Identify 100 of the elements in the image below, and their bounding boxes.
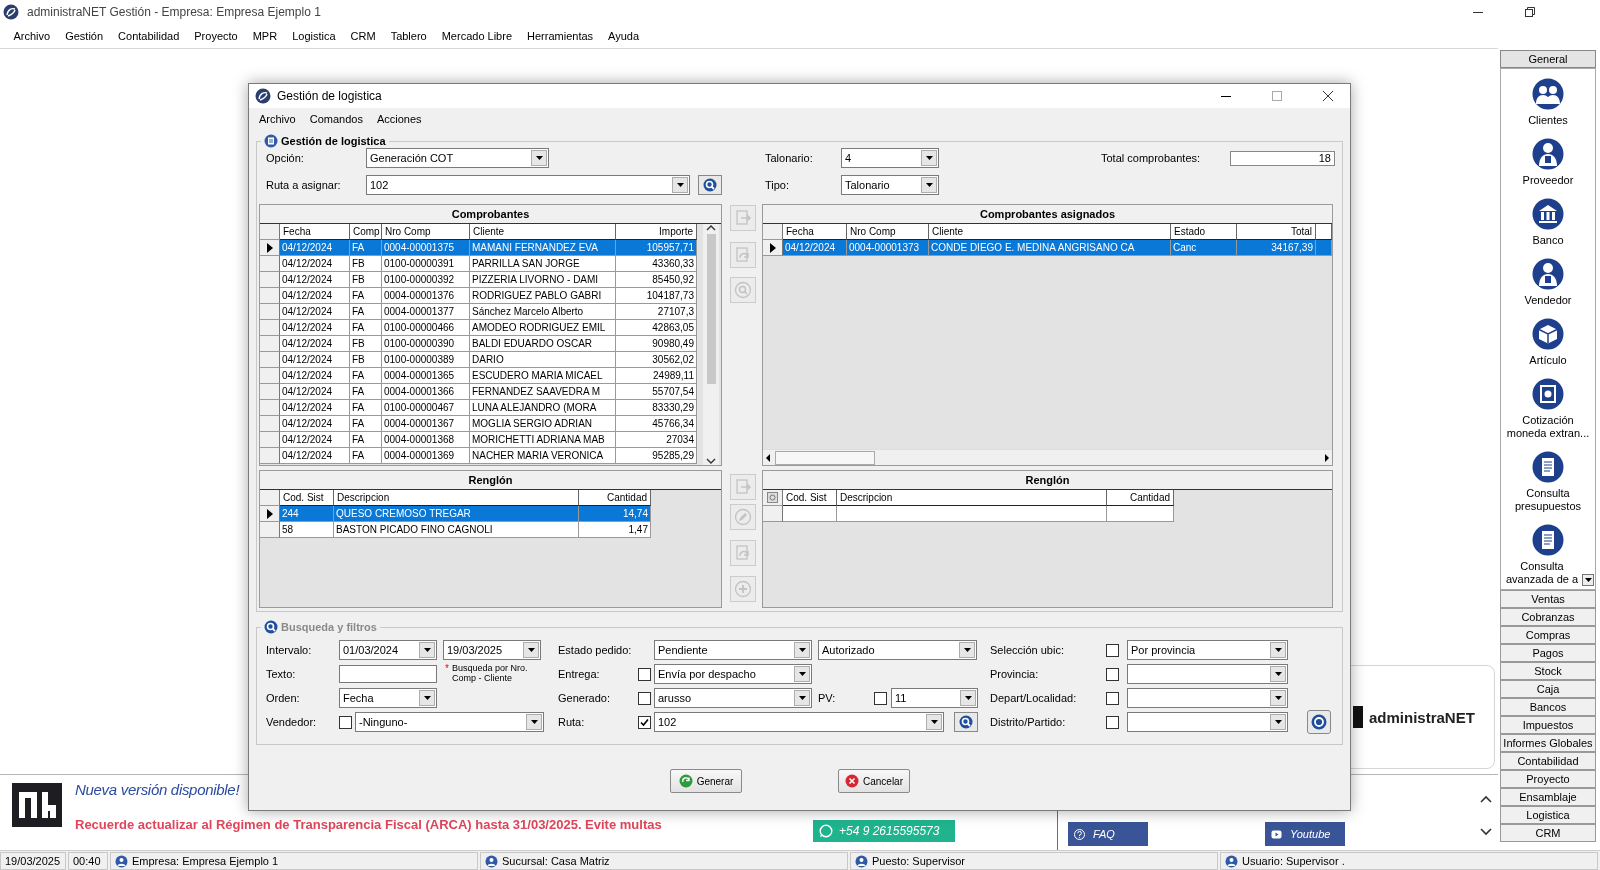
menu-item[interactable]: Herramientas (519, 30, 601, 42)
checkbox[interactable] (874, 691, 887, 705)
dropdown[interactable]: Pendiente (654, 640, 812, 660)
table-row[interactable]: 04/12/2024 FA 0100-00000466 AMODEO RODRIGUEZ EMIL 42863,05 (280, 320, 697, 336)
scroll-up-icon[interactable] (706, 224, 716, 232)
field-label: Talonario: (765, 152, 814, 164)
table-row[interactable]: 04/12/2024 FA 0100-00000467 LUNA ALEJANDRO (MORA 83330,29 (280, 400, 697, 416)
table-row[interactable]: 04/12/2024 FA 0004-00001376 RODRIGUEZ PABLO GABRI 104187,73 (280, 288, 697, 304)
scroll-up-icon[interactable] (1480, 795, 1492, 803)
section-header[interactable]: General (1500, 50, 1596, 68)
menu-item[interactable]: Logistica (284, 30, 344, 42)
menu-item[interactable]: Tablero (383, 30, 435, 42)
menu-item[interactable]: Archivo (6, 30, 58, 42)
table-row[interactable]: 04/12/2024 FA 0004-00001377 Sánchez Marcelo Alberto 27107,3 (280, 304, 697, 320)
link-button[interactable]: FAQ (1068, 822, 1148, 846)
section-button[interactable]: CRM (1500, 824, 1596, 842)
table-row[interactable]: 04/12/2024 FB 0100-00000390 BALDI EDUARDO OSCAR 90980,49 (280, 336, 697, 352)
shortcut-item[interactable]: Vendedor (1504, 249, 1592, 309)
scrollbar[interactable] (703, 224, 719, 465)
dropdown[interactable]: Autorizado (818, 640, 977, 660)
shortcut-item[interactable]: Consulta avanzada de a (1504, 515, 1592, 588)
shortcut-item[interactable]: Cotización moneda extran... (1504, 369, 1592, 442)
table-row[interactable]: 244 QUESO CREMOSO TREGAR 14,74 (280, 506, 651, 522)
menu-item[interactable]: Proyecto (186, 30, 246, 42)
section-button[interactable]: Proyecto (1500, 770, 1596, 788)
dropdown[interactable] (1127, 664, 1288, 684)
scroll-down-button[interactable] (1582, 574, 1594, 586)
table-row[interactable]: 04/12/2024 FB 0100-00000392 PIZZERIA LIVORNO - DAMI 85450,92 (280, 272, 697, 288)
checkbox[interactable] (339, 715, 352, 729)
menu-item[interactable]: Contabilidad (110, 30, 187, 42)
checkbox[interactable] (638, 691, 651, 705)
section-button[interactable]: Impuestos (1500, 716, 1596, 734)
shortcut-item[interactable]: Proveedor (1504, 129, 1592, 189)
dropdown[interactable]: Fecha (339, 688, 437, 708)
dialog-button[interactable]: Cancelar (838, 769, 910, 793)
table-row[interactable]: 04/12/2024 FB 0100-00000389 DARIO 30562,02 (280, 352, 697, 368)
menu-item[interactable]: Ayuda (600, 30, 647, 42)
dropdown[interactable]: 102 (654, 712, 944, 732)
scroll-down-icon[interactable] (1480, 828, 1492, 836)
section-button[interactable]: Logistica (1500, 806, 1596, 824)
dropdown[interactable]: 01/03/2024 (339, 640, 437, 660)
table-row[interactable]: 04/12/2024 FA 0004-00001375 MAMANI FERNANDEZ EVA 105957,71 (280, 240, 697, 256)
menu-item[interactable]: CRM (343, 30, 384, 42)
dropdown[interactable]: -Ninguno- (355, 712, 544, 732)
section-button[interactable]: Ensamblaje (1500, 788, 1596, 806)
refresh-button[interactable] (1307, 710, 1331, 734)
section-button[interactable]: Contabilidad (1500, 752, 1596, 770)
shortcut-item[interactable]: Consulta presupuestos (1504, 442, 1592, 515)
shortcut-item[interactable]: Clientes (1504, 69, 1592, 129)
checkbox[interactable] (638, 667, 651, 681)
table-row[interactable]: 04/12/2024 FA 0004-00001368 MORICHETTI ADRIANA MAB 27034 (280, 432, 697, 448)
menu-item[interactable]: MPR (245, 30, 285, 42)
table-row[interactable]: 04/12/2024 FB 0100-00000391 PARRILLA SAN JORGE 43360,33 (280, 256, 697, 272)
scrollbar[interactable] (763, 449, 1332, 465)
menu-item[interactable]: Acciones (369, 113, 429, 125)
section-button[interactable]: Bancos (1500, 698, 1596, 716)
table-row[interactable]: 58 BASTON PICADO FINO CAGNOLI 1,47 (280, 522, 651, 538)
table-row[interactable]: 04/12/2024 FA 0004-00001365 ESCUDERO MARIA MICAEL 24989,11 (280, 368, 697, 384)
dropdown[interactable]: 11 (891, 688, 978, 708)
text-field[interactable] (339, 665, 437, 683)
dropdown[interactable]: 102 (366, 175, 690, 195)
shortcut-item[interactable]: Artículo (1504, 309, 1592, 369)
search-icon (264, 620, 278, 634)
app-logo-icon (255, 88, 271, 104)
section-button[interactable]: Stock (1500, 662, 1596, 680)
link-button[interactable]: Youtube (1265, 822, 1345, 846)
dropdown[interactable] (1127, 712, 1288, 732)
section-button[interactable]: Compras (1500, 626, 1596, 644)
section-button[interactable]: Caja (1500, 680, 1596, 698)
dropdown[interactable]: 19/03/2025 (443, 640, 541, 660)
menu-item[interactable]: Archivo (252, 113, 303, 125)
checkbox[interactable] (1106, 667, 1119, 681)
dialog-button[interactable]: Generar (670, 769, 742, 793)
dropdown[interactable]: arusso (654, 688, 812, 708)
table-row[interactable]: 04/12/2024 FA 0004-00001366 FERNANDEZ SAAVEDRA M 55707,54 (280, 384, 697, 400)
checkbox[interactable] (638, 715, 651, 729)
section-button[interactable]: Ventas (1500, 590, 1596, 608)
shortcut-item[interactable]: Banco (1504, 189, 1592, 249)
search-button[interactable] (954, 712, 978, 732)
dropdown[interactable] (1127, 688, 1288, 708)
dropdown[interactable]: Talonario (841, 175, 939, 195)
search-button[interactable] (698, 175, 722, 195)
scroll-right-icon[interactable] (1322, 452, 1332, 463)
table-row[interactable]: 04/12/2024 FA 0004-00001367 MOGLIA SERGIO ADRIAN 45766,34 (280, 416, 697, 432)
scroll-down-icon[interactable] (706, 457, 716, 465)
section-button[interactable]: Informes Globales (1500, 734, 1596, 752)
dropdown[interactable]: 4 (841, 148, 939, 168)
checkbox[interactable] (1106, 715, 1119, 729)
checkbox[interactable] (1106, 691, 1119, 705)
menu-item[interactable]: Comandos (302, 113, 370, 125)
dropdown[interactable]: Generación COT (366, 148, 549, 168)
table-row[interactable]: 04/12/2024 FA 0004-00001369 NACHER MARIA VERONICA 95285,29 (280, 448, 697, 464)
dropdown[interactable]: Por provincia (1127, 640, 1288, 660)
menu-item[interactable]: Mercado Libre (434, 30, 520, 42)
checkbox[interactable] (1106, 643, 1119, 657)
section-button[interactable]: Pagos (1500, 644, 1596, 662)
menu-item[interactable]: Gestión (57, 30, 111, 42)
dropdown[interactable]: Envía por despacho (654, 664, 812, 684)
section-button[interactable]: Cobranzas (1500, 608, 1596, 626)
table-row[interactable]: 04/12/2024 0004-00001373 CONDE DIEGO E. MEDINA ANGRISANO CA Canc 34167,39 (783, 240, 1332, 256)
